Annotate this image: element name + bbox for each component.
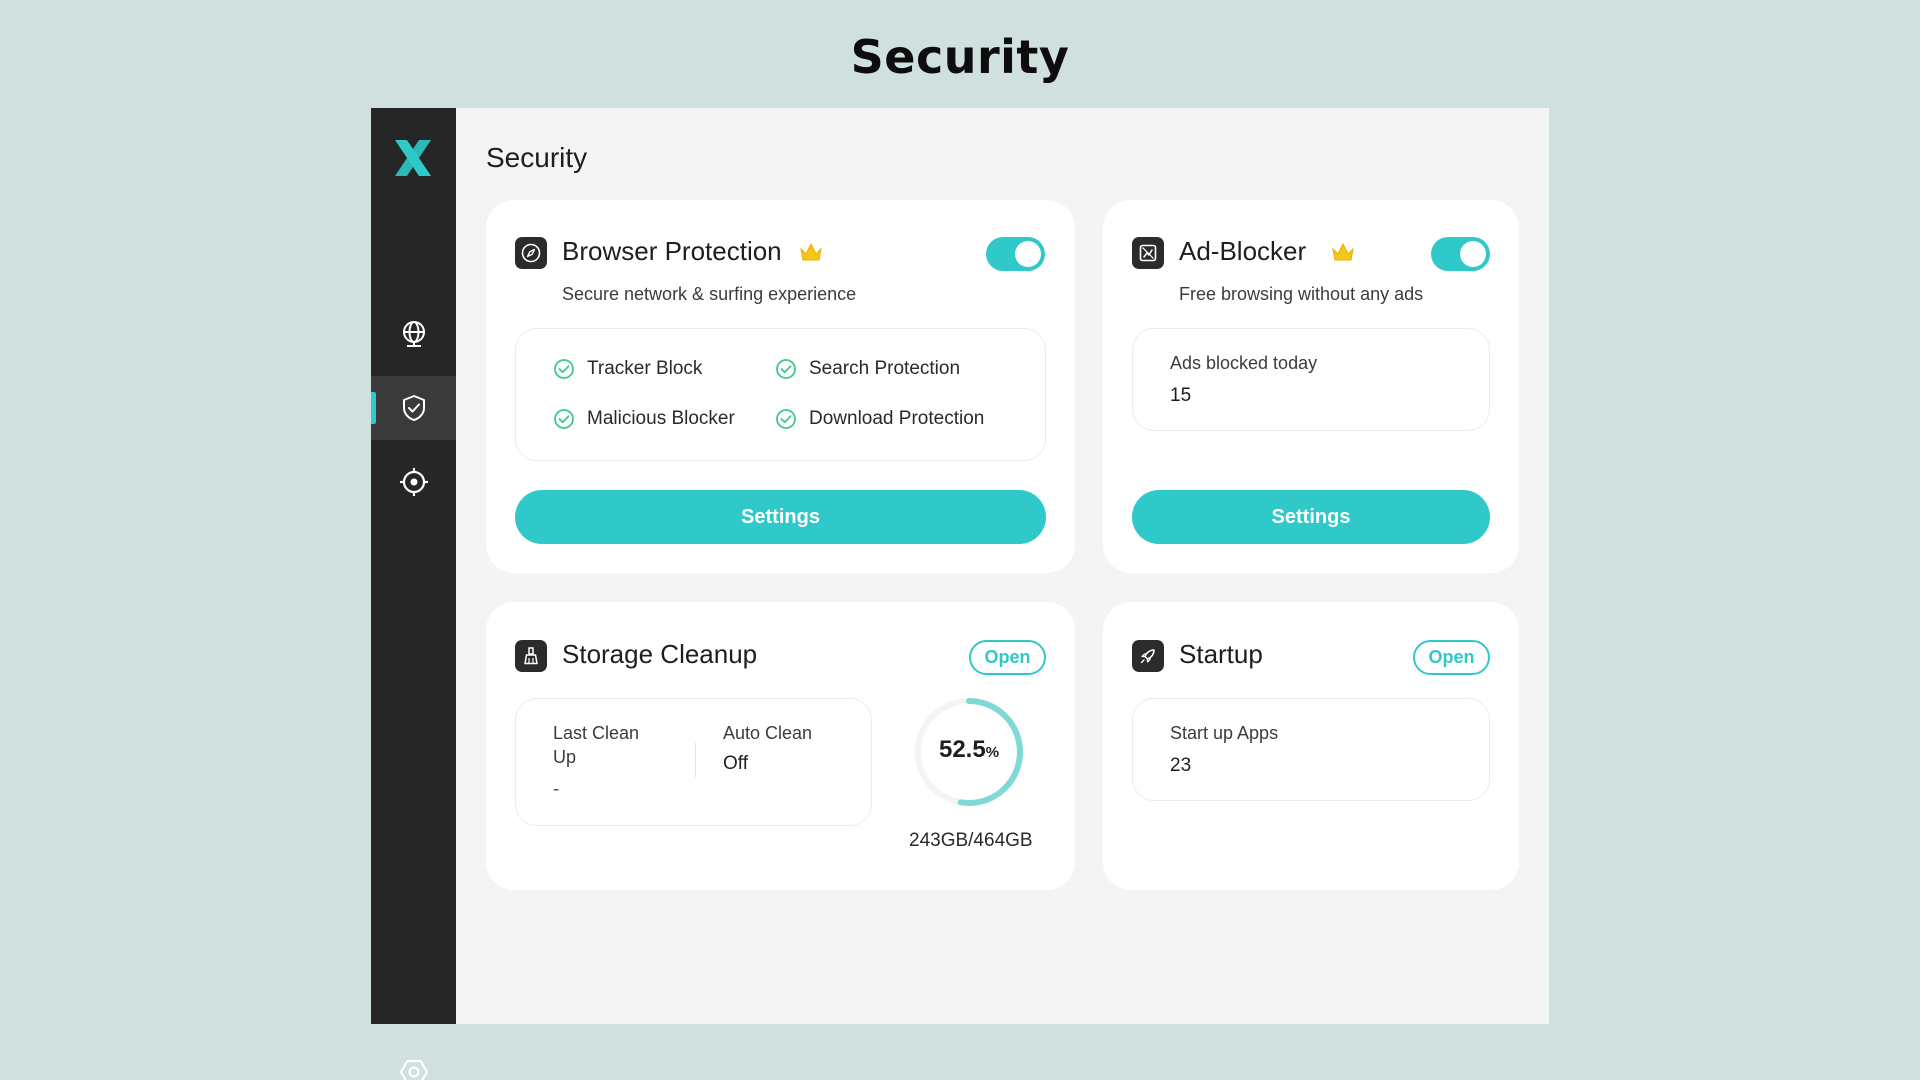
feature-label: Tracker Block (587, 358, 703, 379)
feature-search-protection: Search Protection (775, 358, 960, 380)
startup-apps-value: 23 (1170, 755, 1192, 776)
globe-icon (402, 321, 425, 347)
last-clean-value: - (553, 779, 560, 800)
startup-card: Startup Open Start up Apps 23 (1103, 602, 1519, 890)
ads-blocked-value: 15 (1170, 385, 1192, 406)
browser-protection-card: Browser Protection Secure network & surf… (486, 200, 1075, 573)
browser-protection-toggle[interactable] (986, 237, 1045, 271)
startup-apps-box: Start up Apps 23 (1132, 698, 1490, 801)
browser-protection-subtitle: Secure network & surfing experience (562, 284, 857, 304)
toggle-knob (1460, 241, 1486, 267)
sidebar-item-globe[interactable] (371, 302, 456, 366)
clean-info-box: Last Clean Up - Auto Clean Off (515, 698, 872, 826)
startup-open-button[interactable]: Open (1413, 640, 1490, 675)
crown-icon (1332, 242, 1354, 261)
toggle-knob (1015, 241, 1041, 267)
divider (695, 743, 696, 777)
browser-protection-title: Browser Protection (562, 236, 782, 266)
check-circle-icon (554, 359, 574, 379)
broom-icon (515, 640, 547, 672)
page-heading: Security (850, 30, 1070, 84)
ad-blocker-title: Ad-Blocker (1179, 236, 1307, 266)
app-window: Security Browser Protection Secure netwo… (371, 108, 1549, 1080)
ad-blocker-card: Ad-Blocker Free browsing without any ads… (1103, 200, 1519, 573)
auto-clean-label: Auto Clean (723, 723, 813, 743)
ad-block-icon (1132, 237, 1164, 269)
feature-tracker-block: Tracker Block (553, 358, 702, 380)
storage-cleanup-open-button[interactable]: Open (969, 640, 1046, 675)
auto-clean-value: Off (723, 753, 748, 774)
features-box: Tracker Block Search Protection Maliciou… (515, 328, 1046, 461)
feature-label: Malicious Blocker (587, 408, 735, 429)
sidebar-item-settings[interactable] (371, 1040, 456, 1080)
check-circle-icon (554, 409, 574, 429)
sidebar (371, 108, 456, 1080)
check-circle-icon (776, 409, 796, 429)
ad-blocker-settings-button[interactable]: Settings (1132, 490, 1490, 544)
shield-check-icon (402, 395, 425, 421)
hex-gear-icon (399, 1059, 428, 1080)
page-title: Security (486, 142, 588, 173)
ads-blocked-box: Ads blocked today 15 (1132, 328, 1490, 431)
storage-capacity: 243GB/464GB (909, 830, 1033, 851)
rocket-icon (1132, 640, 1164, 672)
sidebar-item-security[interactable] (371, 376, 456, 440)
ad-blocker-toggle[interactable] (1431, 237, 1490, 271)
storage-cleanup-card: Storage Cleanup Open Last Clean Up - Aut… (486, 602, 1075, 890)
crosshair-icon (399, 468, 428, 496)
startup-apps-label: Start up Apps (1170, 723, 1279, 743)
feature-download-protection: Download Protection (775, 408, 984, 430)
storage-cleanup-title: Storage Cleanup (562, 639, 758, 669)
ads-blocked-label: Ads blocked today (1170, 353, 1318, 373)
startup-title: Startup (1179, 639, 1263, 669)
feature-label: Search Protection (809, 358, 961, 379)
x-logo-icon[interactable] (391, 136, 435, 180)
last-clean-label: Last Clean Up (553, 723, 640, 767)
check-circle-icon (776, 359, 796, 379)
main-content: Security Browser Protection Secure netwo… (456, 108, 1549, 1024)
feature-label: Download Protection (809, 408, 985, 429)
browser-protection-settings-button[interactable]: Settings (515, 490, 1046, 544)
ad-blocker-subtitle: Free browsing without any ads (1179, 284, 1424, 304)
crown-icon (800, 242, 822, 261)
sidebar-item-target[interactable] (371, 450, 456, 514)
storage-usage-percent: 52.5% (938, 736, 1000, 763)
feature-malicious-blocker: Malicious Blocker (553, 408, 735, 430)
compass-icon (515, 237, 547, 269)
